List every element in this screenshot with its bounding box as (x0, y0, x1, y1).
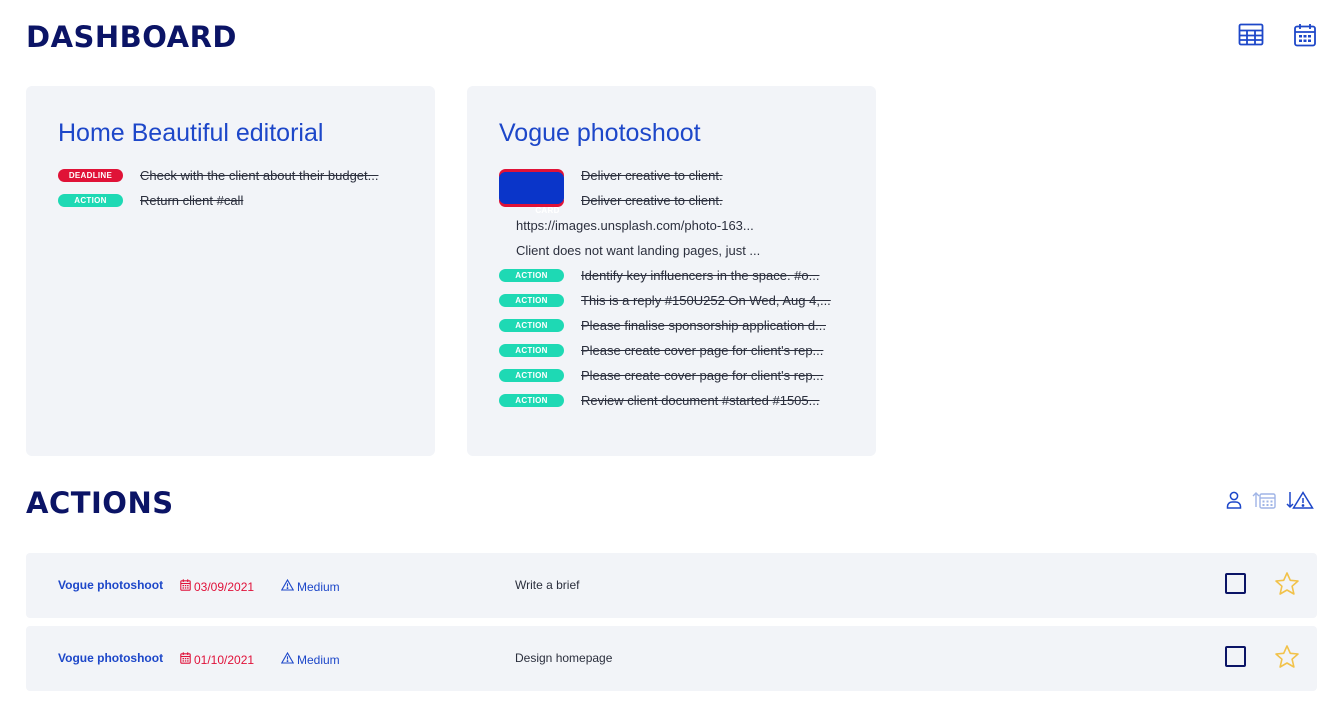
action-row[interactable]: Vogue photoshoot 01/10/2021 Medium Desig… (26, 626, 1317, 691)
action-tag: ACTION (499, 394, 564, 407)
sort-priority-icon[interactable] (1286, 490, 1314, 510)
view-switcher (1238, 22, 1318, 48)
due-date-text: 01/10/2021 (194, 653, 255, 667)
actions-title: ACTIONS (26, 486, 174, 520)
action-description[interactable]: Design homepage (515, 651, 612, 665)
calendar-icon (180, 651, 191, 669)
project-card: Home Beautiful editorial DEADLINE Check w… (26, 86, 435, 456)
card-item[interactable]: ACTION Review client document #started #1… (499, 388, 876, 413)
card-tag: CARD (499, 172, 564, 215)
priority-text: Medium (297, 580, 340, 594)
card-item-text[interactable]: Review client document #started #1505... (581, 393, 843, 408)
dashboard-title: DASHBOARD (26, 20, 237, 54)
card-item[interactable]: ACTION Please create cover page for clien… (499, 363, 876, 388)
card-item[interactable]: ACTION Please create cover page for clien… (499, 338, 876, 363)
action-project-link[interactable]: Vogue photoshoot (58, 578, 163, 592)
action-tag: ACTION (499, 294, 564, 307)
deadline-tag: DEADLINE (58, 169, 123, 182)
card-item[interactable]: ACTION Return client #call (58, 188, 435, 213)
card-item-text[interactable]: Deliver creative to client. (581, 193, 843, 208)
card-item[interactable]: DEADLINE Check with the client about thei… (58, 163, 435, 188)
card-item-text[interactable]: Please create cover page for client's re… (581, 368, 843, 383)
card-item[interactable]: CARD Client does not want landing pages, … (499, 172, 876, 263)
user-icon[interactable] (1226, 490, 1242, 510)
action-tag: ACTION (499, 269, 564, 282)
card-item-text[interactable]: Return client #call (140, 193, 402, 208)
action-priority: Medium (280, 578, 340, 596)
card-item[interactable]: ACTION This is a reply #150U252 On Wed, A… (499, 288, 876, 313)
star-icon[interactable] (1274, 571, 1300, 597)
star-icon[interactable] (1274, 644, 1300, 670)
calendar-filter-icon[interactable] (1252, 490, 1276, 510)
action-tag: ACTION (499, 319, 564, 332)
card-title[interactable]: Vogue photoshoot (499, 118, 876, 148)
card-item-text[interactable]: Check with the client about their budget… (140, 168, 402, 183)
table-icon[interactable] (1238, 22, 1264, 48)
calendar-icon (180, 578, 191, 596)
action-due-date: 03/09/2021 (180, 578, 254, 596)
action-description[interactable]: Write a brief (515, 578, 579, 592)
action-due-date: 01/10/2021 (180, 651, 254, 669)
project-card: Vogue photoshoot DEADLINEDeliver creativ… (467, 86, 876, 456)
card-item[interactable]: ACTION Identify key influencers in the sp… (499, 263, 876, 288)
warning-icon (280, 578, 295, 596)
calendar-icon[interactable] (1292, 22, 1318, 48)
card-item-text[interactable]: Client does not want landing pages, just… (516, 243, 778, 258)
warning-icon (280, 651, 295, 669)
action-row[interactable]: Vogue photoshoot 03/09/2021 Medium Write… (26, 553, 1317, 618)
card-item-text[interactable]: Please finalise sponsorship application … (581, 318, 843, 333)
card-title[interactable]: Home Beautiful editorial (58, 118, 435, 148)
action-tag: ACTION (499, 369, 564, 382)
action-tag: ACTION (499, 344, 564, 357)
due-date-text: 03/09/2021 (194, 580, 255, 594)
priority-text: Medium (297, 653, 340, 667)
action-tag: ACTION (58, 194, 123, 207)
action-priority: Medium (280, 651, 340, 669)
card-item[interactable]: ACTION Please finalise sponsorship applic… (499, 313, 876, 338)
card-item-text[interactable]: This is a reply #150U252 On Wed, Aug 4,.… (581, 293, 843, 308)
card-item-text[interactable]: Deliver creative to client. (581, 168, 843, 183)
action-checkbox[interactable] (1225, 573, 1246, 594)
card-item-text[interactable]: Identify key influencers in the space. #… (581, 268, 843, 283)
action-checkbox[interactable] (1225, 646, 1246, 667)
actions-toolbar (1226, 490, 1314, 510)
action-project-link[interactable]: Vogue photoshoot (58, 651, 163, 665)
card-item-text[interactable]: https://images.unsplash.com/photo-163... (516, 218, 778, 233)
card-item[interactable]: CARD https://images.unsplash.com/photo-16… (499, 172, 876, 238)
card-item-text[interactable]: Please create cover page for client's re… (581, 343, 843, 358)
